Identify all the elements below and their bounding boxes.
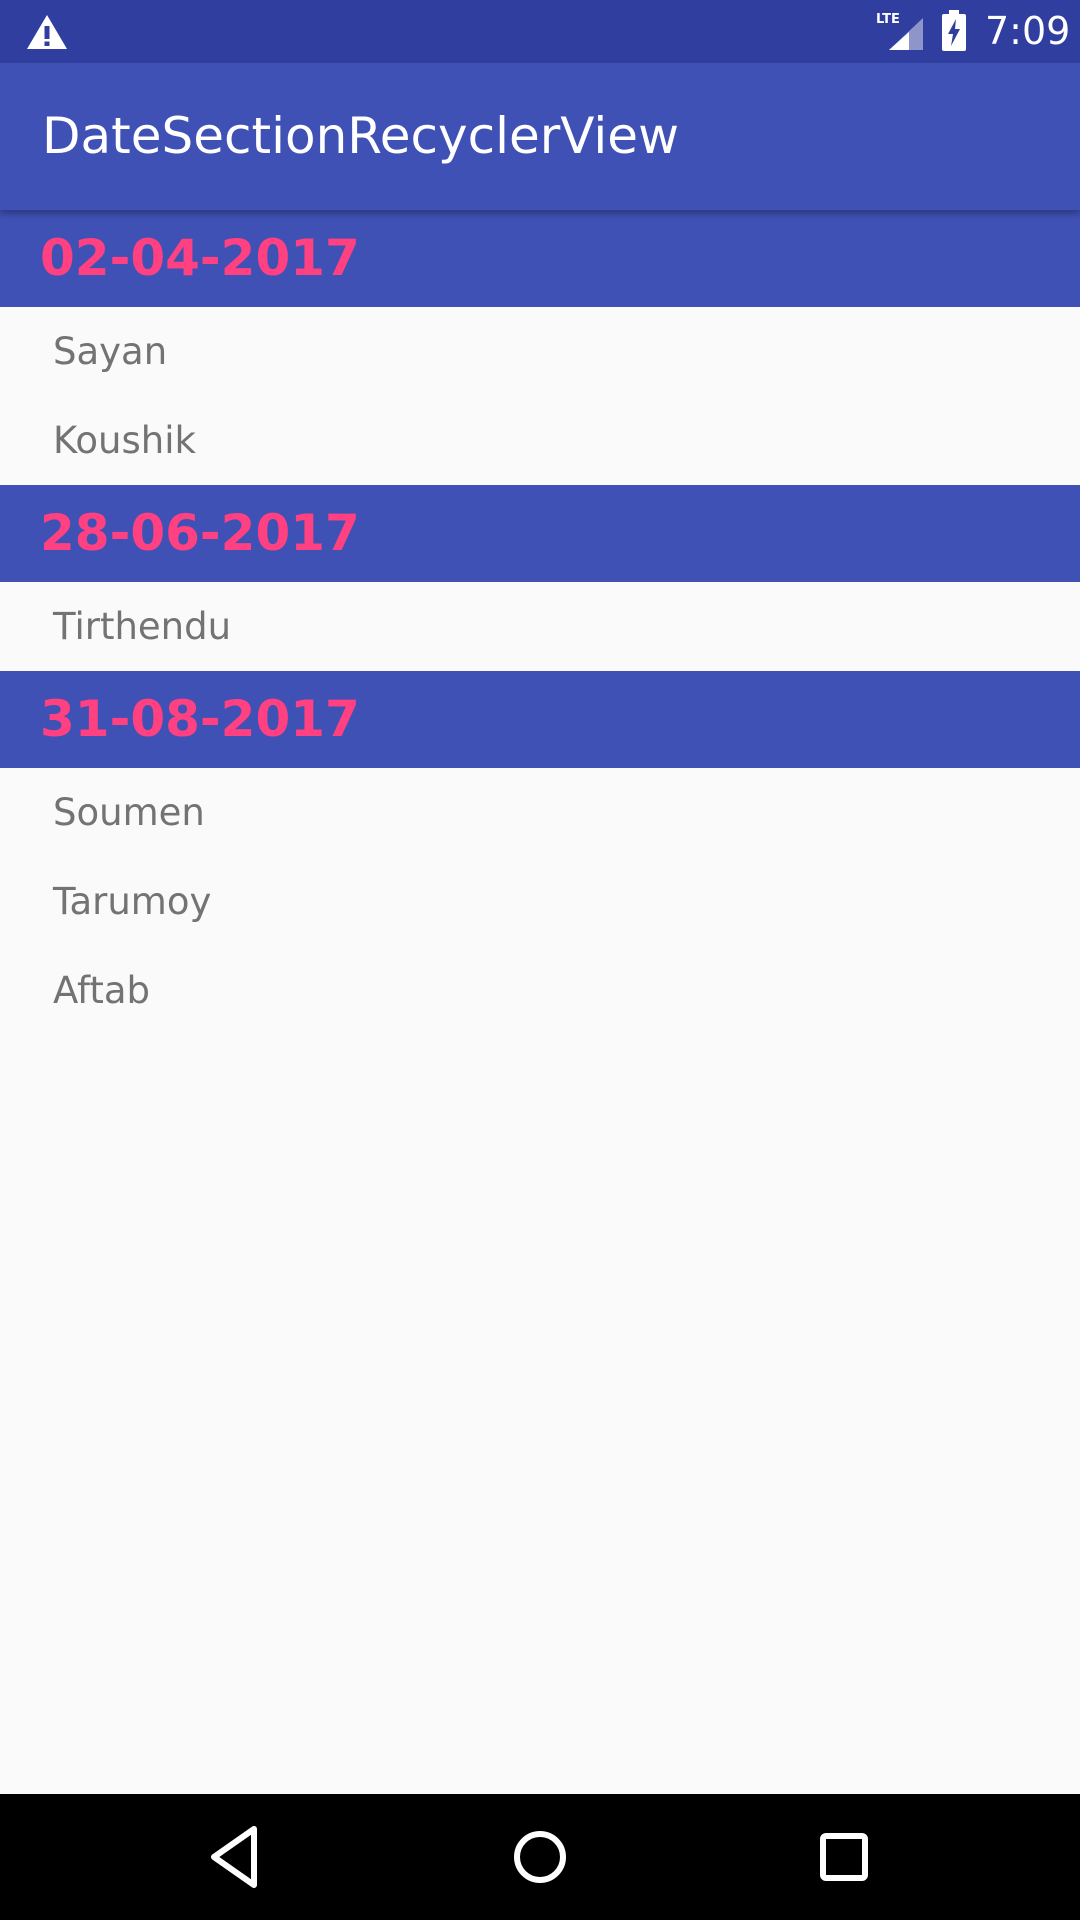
list-item[interactable]: Tarumoy [0,857,1080,946]
section-header: 28-06-2017 [0,485,1080,582]
list-item[interactable]: Aftab [0,946,1080,1035]
section-date: 02-04-2017 [40,229,360,287]
app-title: DateSectionRecyclerView [42,107,679,165]
list-item[interactable]: Soumen [0,768,1080,857]
lte-signal-icon: LTE [876,12,923,50]
navigation-bar [0,1794,1080,1920]
battery-charging-icon [942,10,966,51]
section-list[interactable]: 02-04-2017 Sayan Koushik 28-06-2017 Tirt… [0,210,1080,1035]
section-date: 28-06-2017 [40,504,360,562]
list-item-name: Sayan [53,330,168,373]
list-item[interactable]: Koushik [0,396,1080,485]
status-bar: LTE 7:09 [0,0,1080,63]
app-bar: DateSectionRecyclerView [0,63,1080,210]
back-icon[interactable] [198,1819,274,1895]
list-item-name: Koushik [53,419,196,462]
list-item[interactable]: Sayan [0,307,1080,396]
warning-icon [27,15,67,49]
section-header: 02-04-2017 [0,210,1080,307]
list-item[interactable]: Tirthendu [0,582,1080,671]
list-item-name: Aftab [53,969,151,1012]
list-item-name: Tarumoy [53,880,212,923]
recents-icon[interactable] [806,1819,882,1895]
section-header: 31-08-2017 [0,671,1080,768]
list-item-name: Soumen [53,791,205,834]
status-time: 7:09 [985,9,1071,53]
home-icon[interactable] [502,1819,578,1895]
section-date: 31-08-2017 [40,690,360,748]
lte-label: LTE [876,12,900,27]
list-item-name: Tirthendu [53,605,232,648]
